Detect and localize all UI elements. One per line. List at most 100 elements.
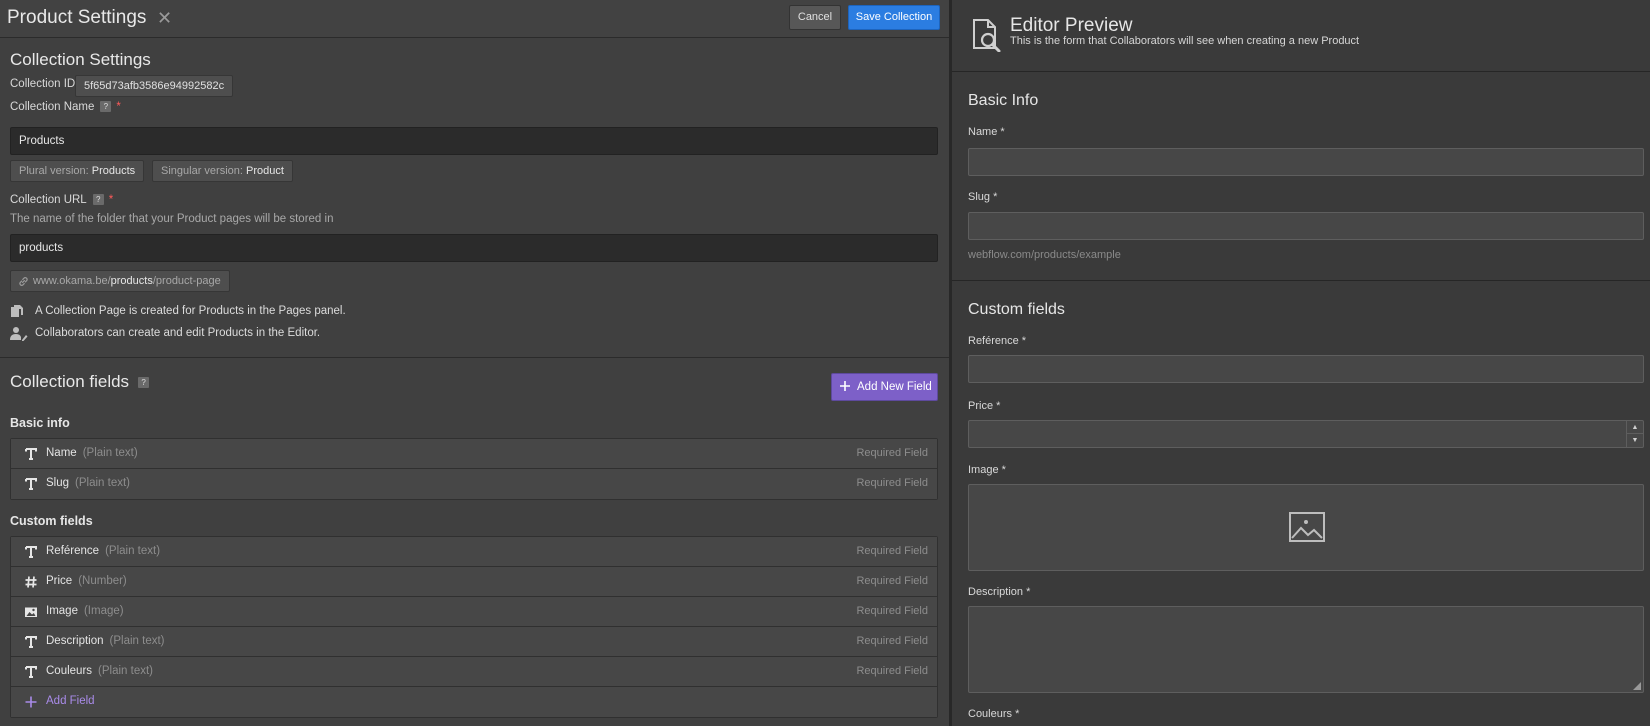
plural-prefix: Plural version: bbox=[19, 165, 92, 177]
url-slug: products bbox=[110, 275, 153, 287]
field-row[interactable]: Slug (Plain text) Required Field bbox=[11, 469, 937, 499]
collection-name-input[interactable]: Products bbox=[10, 127, 938, 155]
field-type: (Number) bbox=[78, 575, 127, 587]
field-name: Slug bbox=[46, 477, 70, 489]
field-name: Name bbox=[46, 447, 77, 459]
divider bbox=[0, 357, 949, 358]
field-row[interactable]: Couleurs (Plain text) Required Field bbox=[11, 657, 937, 687]
required-field-label: Required Field bbox=[856, 447, 928, 459]
collection-settings-heading: Collection Settings bbox=[10, 50, 151, 69]
help-icon[interactable]: ? bbox=[138, 377, 150, 389]
preview-image-label: Image * bbox=[968, 464, 1006, 476]
divider bbox=[952, 280, 1650, 281]
url-preview-chip: www.okama.be/products/product-page bbox=[10, 270, 230, 292]
preview-reference-input[interactable] bbox=[968, 355, 1644, 383]
text-icon bbox=[24, 665, 38, 679]
stepper-down-icon[interactable]: ▼ bbox=[1627, 434, 1643, 447]
field-type: (Plain text) bbox=[109, 635, 165, 647]
field-name-wrap: Name (Plain text) bbox=[46, 447, 138, 459]
preview-couleurs-label: Couleurs * bbox=[968, 708, 1020, 720]
required-field-label: Required Field bbox=[856, 545, 928, 557]
number-icon bbox=[24, 575, 38, 589]
url-suffix: /product-page bbox=[152, 275, 221, 287]
number-stepper[interactable]: ▲ ▼ bbox=[1626, 421, 1643, 447]
plus-icon bbox=[840, 381, 850, 391]
plural-value: Products bbox=[91, 165, 136, 177]
field-name-wrap: Description (Plain text) bbox=[46, 635, 165, 647]
preview-slug-input[interactable] bbox=[968, 212, 1644, 240]
close-icon[interactable]: ✕ bbox=[157, 8, 172, 29]
add-new-field-label: Add New Field bbox=[857, 381, 932, 393]
cancel-button[interactable]: Cancel bbox=[789, 5, 841, 30]
editor-preview-panel: Editor Preview This is the form that Col… bbox=[949, 0, 1650, 726]
field-row[interactable]: Price (Number) Required Field bbox=[11, 567, 937, 597]
field-name-wrap: Price (Number) bbox=[46, 575, 127, 587]
preview-price-input[interactable]: ▲ ▼ bbox=[968, 420, 1644, 448]
link-icon bbox=[19, 277, 28, 286]
collection-id-value: 5f65d73afb3586e94992582c bbox=[75, 75, 234, 97]
preview-image-dropzone[interactable] bbox=[968, 484, 1644, 571]
preview-basic-heading: Basic Info bbox=[968, 92, 1039, 109]
preview-slug-label: Slug * bbox=[968, 191, 998, 203]
preview-description-textarea[interactable] bbox=[968, 606, 1644, 693]
field-type: (Plain text) bbox=[82, 447, 138, 459]
field-row[interactable]: Description (Plain text) Required Field bbox=[11, 627, 937, 657]
required-field-label: Required Field bbox=[856, 635, 928, 647]
collection-url-label-row: Collection URL? * bbox=[10, 194, 113, 206]
field-name-wrap: Slug (Plain text) bbox=[46, 477, 130, 489]
singular-value: Product bbox=[246, 165, 284, 177]
singular-version-chip[interactable]: Singular version: Product bbox=[152, 160, 293, 182]
field-name: Image bbox=[46, 605, 78, 617]
preview-price-label: Price * bbox=[968, 400, 1001, 412]
field-row[interactable]: Name (Plain text) Required Field bbox=[11, 439, 937, 469]
save-collection-button[interactable]: Save Collection bbox=[848, 5, 940, 30]
add-new-field-button[interactable]: Add New Field bbox=[831, 373, 938, 401]
url-prefix: www.okama.be/ bbox=[33, 275, 111, 287]
help-icon[interactable]: ? bbox=[92, 194, 104, 206]
preview-description-label: Description * bbox=[968, 586, 1031, 598]
collection-name-label: Collection Name bbox=[10, 101, 95, 113]
collection-fields-heading: Collection fields bbox=[10, 372, 130, 391]
field-row[interactable]: Image (Image) Required Field bbox=[11, 597, 937, 627]
collection-id-label: Collection ID bbox=[10, 78, 76, 90]
plural-version-chip[interactable]: Plural version: Products bbox=[10, 160, 145, 182]
info-editor-text: Collaborators can create and edit Produc… bbox=[35, 327, 321, 339]
field-name: Price bbox=[46, 575, 73, 587]
required-marker: * bbox=[108, 194, 114, 206]
field-type: (Plain text) bbox=[105, 545, 161, 557]
field-name: Couleurs bbox=[46, 665, 93, 677]
basic-info-title: Basic info bbox=[10, 416, 70, 430]
collection-url-label: Collection URL bbox=[10, 194, 87, 206]
required-marker: * bbox=[116, 101, 121, 113]
collection-url-input[interactable]: products bbox=[10, 234, 938, 262]
field-type: (Image) bbox=[83, 605, 124, 617]
image-icon bbox=[24, 605, 38, 619]
preview-title: Editor Preview bbox=[1010, 15, 1133, 36]
panel-title: Product Settings bbox=[7, 7, 147, 28]
field-name: Reférence bbox=[46, 545, 100, 557]
field-type: (Plain text) bbox=[98, 665, 153, 677]
text-icon bbox=[24, 447, 38, 461]
document-search-icon bbox=[973, 19, 1001, 52]
required-field-label: Required Field bbox=[856, 665, 928, 677]
collection-settings-panel: Product Settings ✕ Cancel Save Collectio… bbox=[0, 0, 949, 726]
help-icon[interactable]: ? bbox=[100, 101, 112, 113]
preview-name-input[interactable] bbox=[968, 148, 1644, 176]
collection-name-label-row: Collection Name? * bbox=[10, 101, 121, 113]
singular-prefix: Singular version: bbox=[161, 165, 246, 177]
field-name-wrap: Image (Image) bbox=[46, 605, 124, 617]
preview-reference-label: Reférence * bbox=[968, 335, 1027, 347]
add-field-label: Add Field bbox=[46, 695, 95, 707]
user-edit-icon bbox=[10, 327, 28, 341]
resize-handle-icon[interactable] bbox=[1633, 682, 1641, 690]
required-field-label: Required Field bbox=[856, 477, 928, 489]
preview-subtitle: This is the form that Collaborators will… bbox=[1010, 35, 1360, 47]
stepper-up-icon[interactable]: ▲ bbox=[1627, 421, 1643, 434]
field-row[interactable]: Reférence (Plain text) Required Field bbox=[11, 537, 937, 567]
field-name-wrap: Couleurs (Plain text) bbox=[46, 665, 153, 677]
text-icon bbox=[24, 545, 38, 559]
preview-name-label: Name * bbox=[968, 126, 1005, 138]
plus-icon bbox=[24, 695, 38, 709]
required-field-label: Required Field bbox=[856, 575, 928, 587]
add-field-row[interactable]: Add Field bbox=[11, 687, 937, 717]
